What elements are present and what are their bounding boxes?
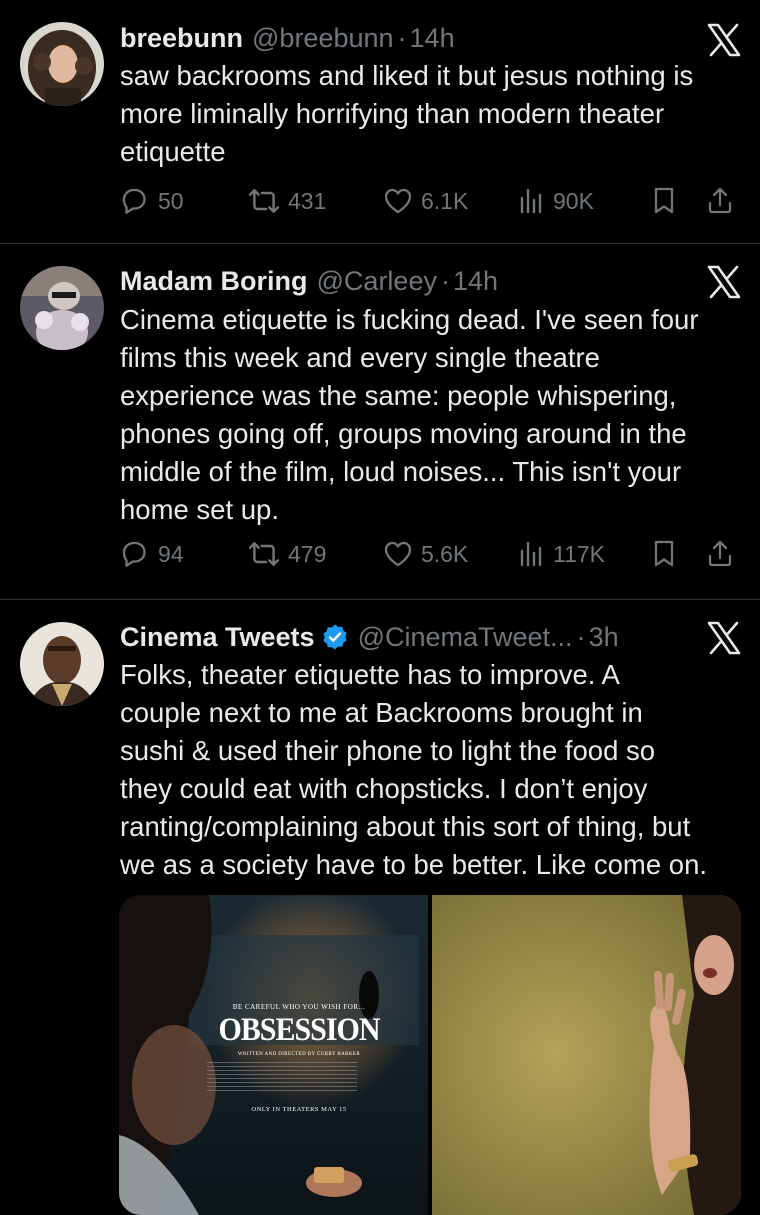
avatar-photo [20, 266, 104, 350]
media-image-poster[interactable]: BE CAREFUL WHO YOU WISH FOR... OBSESSION… [119, 895, 428, 1215]
poster-billing-block [207, 1062, 357, 1092]
tweet-line: middle of the film, loud noises... This … [120, 456, 682, 487]
like-count: 6.1K [421, 187, 469, 214]
poster-tagline: BE CAREFUL WHO YOU WISH FOR... [232, 1003, 366, 1011]
author-handle[interactable]: @Carleey [317, 266, 437, 297]
tweet-line: etiquette [120, 136, 226, 167]
timestamp[interactable]: 14h [453, 266, 498, 297]
tweet-line: Cinema etiquette is fucking dead. I've s… [120, 304, 699, 335]
tweet-line: saw backrooms and liked it but jesus not… [120, 60, 694, 91]
timestamp[interactable]: 3h [589, 622, 619, 653]
bookmark-icon [654, 187, 674, 214]
author-name[interactable]: Madam Boring [120, 266, 308, 297]
bookmark-icon [654, 540, 674, 567]
tweet-line: home set up. [120, 494, 279, 525]
repost-count: 431 [288, 187, 327, 214]
views-button[interactable]: 90K [517, 181, 594, 221]
like-button[interactable]: 5.6K [383, 534, 468, 574]
poster-title: OBSESSION [218, 1011, 380, 1048]
tweet-line: phones going off, groups moving around i… [120, 418, 687, 449]
avatar-cinema-tweets[interactable] [20, 622, 104, 706]
tweet-madam-boring[interactable]: Madam Boring @Carleey · 14h Cinema etiqu… [0, 244, 760, 599]
bookmark-button[interactable] [650, 181, 686, 221]
x-logo-icon [707, 621, 741, 655]
repost-icon [248, 189, 280, 213]
tweet-line: sushi & used their phone to light the fo… [120, 735, 656, 766]
timestamp[interactable]: 14h [410, 23, 455, 54]
separator-dot: · [397, 22, 407, 53]
reply-button[interactable]: 50 [120, 181, 184, 221]
like-icon [384, 541, 412, 567]
author-handle[interactable]: @CinemaTweet... [358, 622, 573, 653]
share-button[interactable] [706, 534, 742, 574]
x-logo-icon [707, 265, 741, 299]
reply-icon [122, 188, 146, 214]
like-button[interactable]: 6.1K [383, 181, 468, 221]
reply-icon [122, 541, 146, 567]
like-count: 5.6K [421, 540, 469, 567]
tweet-line: we as a society have to be better. Like … [120, 849, 708, 880]
views-button[interactable]: 117K [517, 534, 605, 574]
reply-button[interactable]: 94 [120, 534, 184, 574]
separator-dot: · [576, 621, 586, 652]
repost-count: 479 [288, 540, 327, 567]
bookmark-button[interactable] [650, 534, 686, 574]
tweet-line: films this week and every single theatre [120, 342, 600, 373]
reply-count: 50 [158, 187, 184, 214]
share-icon [708, 187, 732, 214]
views-icon [520, 188, 542, 214]
verified-badge-icon [322, 624, 347, 650]
tweet-breebunn[interactable]: breebunn @breebunn · 14h saw backrooms a… [0, 0, 760, 243]
avatar-photo [20, 22, 104, 106]
reply-count: 94 [158, 540, 184, 567]
tweet-line: they could eat with chopsticks. I don’t … [120, 773, 648, 804]
share-button[interactable] [706, 181, 742, 221]
media-image-still[interactable] [432, 895, 741, 1215]
movie-still-image [432, 895, 741, 1215]
views-icon [520, 541, 542, 567]
repost-button[interactable]: 431 [248, 181, 326, 221]
tweet-line: couple next to me at Backrooms brought i… [120, 697, 643, 728]
poster-release: ONLY IN THEATERS MAY 15 [251, 1106, 347, 1113]
views-count: 90K [553, 187, 594, 214]
tweet-line: more liminally horrifying than modern th… [120, 98, 665, 129]
repost-icon [248, 542, 280, 566]
action-bar: 94 479 5.6K 117K [120, 534, 740, 574]
repost-button[interactable]: 479 [248, 534, 326, 574]
author-name[interactable]: Cinema Tweets [120, 622, 315, 653]
tweet-media-grid[interactable]: BE CAREFUL WHO YOU WISH FOR... OBSESSION… [119, 895, 741, 1215]
tweet-text: saw backrooms and liked it but jesus not… [120, 57, 740, 171]
separator-dot: · [440, 265, 450, 296]
avatar-breebunn[interactable] [20, 22, 104, 106]
x-logo-icon [707, 23, 741, 57]
tweet-text: Cinema etiquette is fucking dead. I've s… [120, 301, 740, 529]
avatar-photo [20, 622, 104, 706]
tweet-line: experience was the same: people whisperi… [120, 380, 677, 411]
like-icon [384, 188, 412, 214]
author-name[interactable]: breebunn [120, 23, 243, 54]
tweet-text: Folks, theater etiquette has to improve.… [120, 656, 740, 884]
author-handle[interactable]: @breebunn [252, 23, 394, 54]
action-bar: 50 431 6.1K 90K [120, 181, 740, 221]
tweet-line: ranting/complaining about this sort of t… [120, 811, 691, 842]
avatar-madam-boring[interactable] [20, 266, 104, 350]
poster-credit: WRITTEN AND DIRECTED BY CURRY BARKER [237, 1052, 361, 1057]
share-icon [708, 540, 732, 567]
views-count: 117K [553, 540, 606, 567]
tweet-line: Folks, theater etiquette has to improve.… [120, 659, 620, 690]
